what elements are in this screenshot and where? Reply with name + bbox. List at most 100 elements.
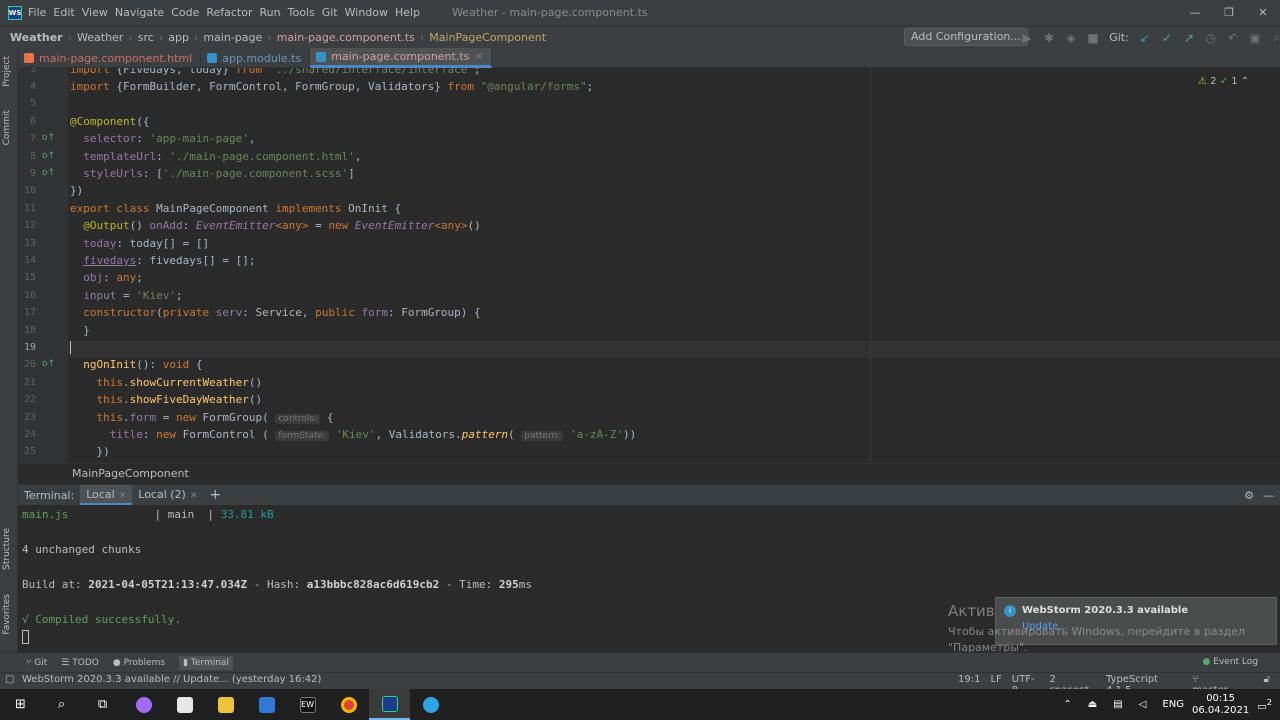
code-editor[interactable]: 3 4 5 6 7 o↑ 8 o↑ 9 o↑ 10 11 12 13 14 15 16 17 18 19 20 o↑ 21 2…	[18, 68, 1280, 463]
tab-main-page-ts[interactable]: main-page.component.ts ✕	[310, 48, 492, 68]
task-view-icon[interactable]: ⧉	[82, 689, 123, 720]
menu-edit[interactable]: Edit	[53, 6, 81, 19]
breadcrumb-main-page[interactable]: main-page	[203, 31, 262, 44]
stop-icon[interactable]: ■	[1082, 31, 1104, 45]
presentation-icon[interactable]: ▣	[1244, 31, 1266, 45]
code-line: this.form = new FormGroup( controls: {	[96, 410, 334, 424]
implements-gutter-icon[interactable]: o↑	[42, 148, 55, 165]
terminal-tool-button[interactable]: ▮ Terminal	[179, 655, 233, 670]
line-number: 21	[23, 376, 36, 388]
terminal-line: √ Compiled successfully.	[22, 613, 181, 626]
menu-code[interactable]: Code	[171, 6, 206, 19]
input-language[interactable]: ENG	[1162, 699, 1184, 710]
commit-tab[interactable]: Commit	[2, 110, 12, 145]
code-line: styleUrls: ['./main-page.component.scss'…	[83, 167, 355, 180]
store-icon[interactable]	[164, 689, 205, 720]
webstorm-taskbar-icon[interactable]	[369, 689, 410, 720]
network-icon[interactable]: ▤	[1113, 699, 1122, 710]
breadcrumb-module[interactable]: Weather	[77, 31, 123, 44]
run-icon[interactable]: ▶	[1016, 31, 1038, 45]
close-button[interactable]: ✕	[1246, 0, 1280, 25]
status-bar: ▢ WebStorm 2020.3.3 available // Update.…	[0, 672, 1280, 696]
status-message[interactable]: WebStorm 2020.3.3 available // Update...…	[22, 674, 321, 685]
layout-icon[interactable]: ▢	[5, 674, 14, 685]
git-tool-button[interactable]: ⑂ Git	[26, 658, 47, 668]
menu-help[interactable]: Help	[395, 6, 427, 19]
minimize-button[interactable]: —	[1178, 0, 1212, 25]
search-icon[interactable]: ⌕	[41, 689, 82, 720]
menu-file[interactable]: File	[28, 6, 53, 19]
tab-app-module[interactable]: app.module.ts	[201, 48, 311, 68]
menu-navigate[interactable]: Navigate	[115, 6, 171, 19]
git-commit-icon[interactable]: ✓	[1156, 31, 1178, 45]
implements-gutter-icon[interactable]: o↑	[42, 356, 55, 373]
breadcrumb-app[interactable]: app	[168, 31, 189, 44]
menu-git[interactable]: Git	[322, 6, 345, 19]
coverage-icon[interactable]: ◈	[1060, 31, 1082, 45]
git-push-icon[interactable]: ↗	[1178, 31, 1200, 45]
new-terminal-button[interactable]: +	[203, 485, 227, 506]
breadcrumb-project[interactable]: Weather	[10, 31, 63, 44]
git-history-icon[interactable]: ◷	[1200, 31, 1222, 45]
telegram-icon[interactable]	[410, 689, 451, 720]
git-rollback-icon[interactable]: ↶	[1222, 31, 1244, 45]
close-tab-icon[interactable]: ✕	[119, 491, 127, 501]
todo-tool-button[interactable]: ☰ TODO	[61, 658, 99, 668]
line-number: 23	[23, 411, 36, 423]
menu-run[interactable]: Run	[260, 6, 288, 19]
structure-tab[interactable]: Structure	[2, 528, 12, 570]
tool-window-bar: ⑂ Git ☰ TODO ● Problems ▮ Terminal ● Eve…	[0, 652, 1280, 672]
ts-file-icon	[207, 53, 218, 63]
close-tab-icon[interactable]: ✕	[190, 491, 198, 501]
menu-refactor[interactable]: Refactor	[206, 6, 259, 19]
terminal-line: 4 unchanged chunks	[22, 543, 142, 556]
chevron-up-icon[interactable]: ⌃	[1241, 76, 1249, 87]
windows-taskbar: ⊞ ⌕ ⧉ EW ⌃ ⏏ ▤ ◁ ENG 00:15 06.04.2021 ▭2	[0, 689, 1280, 720]
terminal-tab-local-2[interactable]: Local (2) ✕	[132, 485, 203, 506]
hide-icon[interactable]: —	[1263, 489, 1274, 502]
project-tab[interactable]: Project	[2, 56, 12, 87]
windows-start-icon[interactable]: ⊞	[0, 689, 41, 720]
menu-view[interactable]: View	[82, 6, 115, 19]
breadcrumb-class[interactable]: MainPageComponent	[429, 31, 546, 44]
menu-tools[interactable]: Tools	[288, 6, 322, 19]
tab-label: Local (2)	[138, 487, 186, 501]
problems-tool-button[interactable]: ● Problems	[113, 658, 165, 668]
notifications-icon[interactable]: ▭2	[1257, 697, 1272, 712]
event-log-button[interactable]: ● Event Log	[1203, 657, 1258, 667]
tool-label: Problems	[123, 657, 166, 668]
implements-gutter-icon[interactable]: o↑	[42, 130, 55, 147]
ew-app-icon[interactable]: EW	[287, 689, 328, 720]
favorites-tab[interactable]: Favorites	[2, 594, 12, 635]
tool-label: TODO	[72, 657, 99, 668]
debug-icon[interactable]: ✱	[1038, 31, 1060, 45]
tray-chevron-icon[interactable]: ⌃	[1063, 699, 1071, 710]
close-tab-icon[interactable]: ✕	[475, 52, 483, 62]
maximize-button[interactable]: ❐	[1212, 0, 1246, 25]
breadcrumb-src[interactable]: src	[138, 31, 154, 44]
usb-icon[interactable]: ⏏	[1088, 699, 1097, 710]
search-everywhere-icon[interactable]: ⌕	[1266, 30, 1280, 45]
tab-label: Local	[86, 487, 115, 501]
git-label: Git:	[1109, 31, 1129, 44]
editor-breadcrumb[interactable]: MainPageComponent	[18, 463, 1280, 484]
code-line: export class MainPageComponent implement…	[70, 201, 402, 215]
gear-icon[interactable]: ⚙	[1244, 489, 1254, 502]
volume-icon[interactable]: ◁	[1139, 699, 1147, 710]
breadcrumb-file[interactable]: main-page.component.ts	[277, 31, 415, 44]
app-purple-icon[interactable]	[123, 689, 164, 720]
system-clock[interactable]: 00:15 06.04.2021	[1192, 693, 1249, 717]
code-line: }	[70, 323, 90, 337]
terminal-tab-local[interactable]: Local ✕	[80, 484, 133, 506]
add-configuration-button[interactable]: Add Configuration...	[904, 28, 1028, 46]
tab-label: main-page.component.ts	[331, 50, 470, 63]
menu-window[interactable]: Window	[345, 6, 395, 19]
implements-gutter-icon[interactable]: o↑	[42, 165, 55, 182]
tab-main-page-html[interactable]: main-page.component.html	[18, 48, 202, 68]
chrome-icon[interactable]	[328, 689, 369, 720]
git-update-icon[interactable]: ↙	[1134, 31, 1156, 45]
code-line: fivedays: fivedays[] = [];	[83, 254, 256, 267]
file-explorer-icon[interactable]	[205, 689, 246, 720]
mail-icon[interactable]	[246, 689, 287, 720]
inspection-widget[interactable]: ⚠ 2 ✓ 1 ⌃	[1198, 76, 1249, 87]
